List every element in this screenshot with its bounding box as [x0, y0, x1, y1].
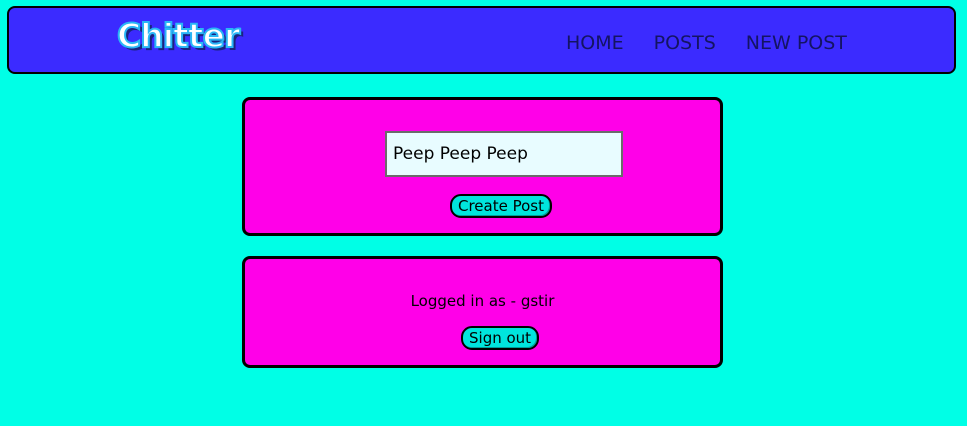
nav-link-posts[interactable]: POSTS: [654, 32, 716, 54]
nav-links: HOME POSTS NEW POST: [566, 32, 847, 54]
new-post-card: Create Post: [242, 97, 723, 236]
chitter-logo[interactable]: Chitter: [116, 15, 241, 56]
navbar: Chitter HOME POSTS NEW POST: [7, 6, 956, 74]
post-content-input[interactable]: [385, 131, 623, 177]
create-post-button[interactable]: Create Post: [450, 194, 552, 218]
nav-link-new-post[interactable]: NEW POST: [746, 32, 847, 54]
session-card: Logged in as - gstir Sign out: [242, 256, 723, 368]
nav-link-home[interactable]: HOME: [566, 32, 624, 54]
sign-out-button[interactable]: Sign out: [461, 326, 540, 350]
logged-in-status: Logged in as - gstir: [410, 292, 555, 310]
